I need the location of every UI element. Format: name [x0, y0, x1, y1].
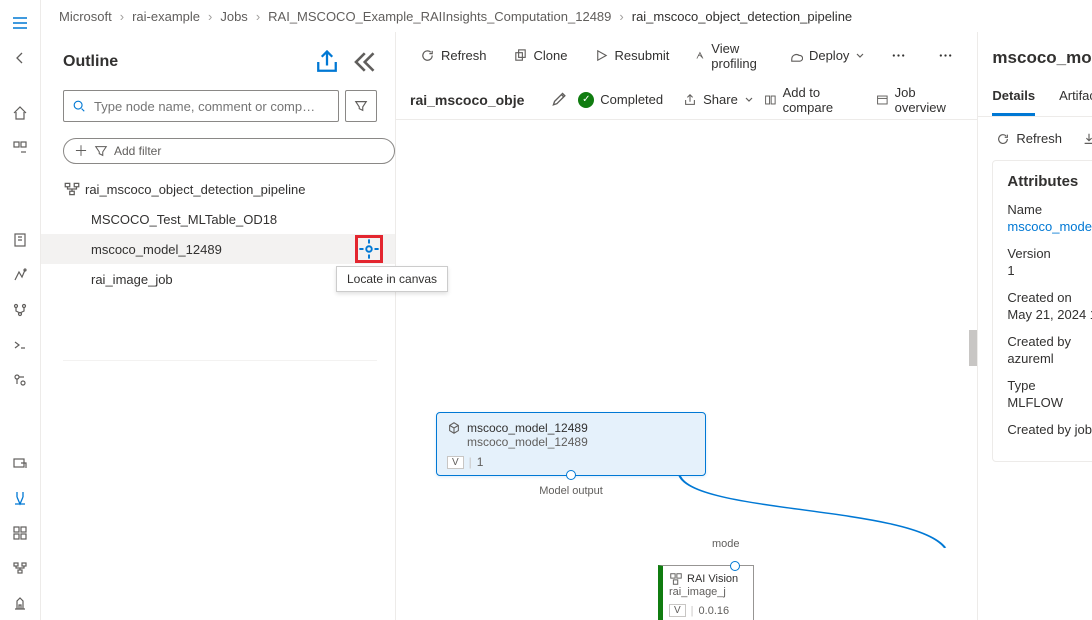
add-filter-label: Add filter	[114, 144, 161, 158]
pipeline-canvas[interactable]: mscoco_model_12489 mscoco_model_12489 V|…	[396, 120, 977, 620]
view-profiling-button[interactable]: View profiling	[685, 40, 772, 72]
tree-item-1[interactable]: mscoco_model_12489	[41, 234, 395, 264]
locate-tooltip: Locate in canvas	[336, 266, 448, 292]
add-to-compare-button[interactable]: Add to compare	[764, 85, 866, 115]
home-icon[interactable]	[0, 96, 40, 129]
crumb-3[interactable]: RAI_MSCOCO_Example_RAIInsights_Computati…	[268, 9, 611, 24]
outline-panel: Outline ＋ Add filter	[41, 32, 396, 620]
job-overview-button[interactable]: Job overview	[876, 85, 964, 115]
filter-button[interactable]	[345, 90, 377, 122]
share-button[interactable]: Share	[683, 92, 754, 107]
job-toolbar: Refresh Clone Resubmit View profiling De…	[396, 32, 977, 80]
outline-title: Outline	[63, 53, 305, 71]
tree-item-0[interactable]: MSCOCO_Test_MLTable_OD18	[41, 204, 395, 234]
jobs-icon[interactable]	[0, 482, 40, 515]
back-button[interactable]	[0, 41, 40, 74]
tree-root-label: rai_mscoco_object_detection_pipeline	[85, 182, 305, 197]
toolbar-overflow[interactable]	[928, 40, 963, 72]
status-pill: ✓Completed	[578, 92, 663, 108]
automl-icon[interactable]	[0, 259, 40, 292]
environments-icon[interactable]	[0, 587, 40, 620]
locate-in-canvas-button[interactable]	[355, 235, 383, 263]
catalog-icon[interactable]	[0, 132, 40, 165]
collapse-outline-icon[interactable]	[349, 48, 377, 76]
components-icon[interactable]	[0, 517, 40, 550]
attributes-card: Attributes Namemscoco_model_12489 Versio…	[992, 160, 1092, 462]
job-name-input[interactable]	[410, 92, 540, 108]
crumb-0[interactable]: Microsoft	[59, 9, 112, 24]
share-outline-icon[interactable]	[313, 48, 341, 76]
details-refresh-button[interactable]: Refresh	[996, 131, 1062, 146]
details-panel: mscoco_model_12489 Details Artifacts End…	[977, 32, 1092, 620]
details-title: mscoco_model_12489	[992, 48, 1092, 68]
crumb-current: rai_mscoco_object_detection_pipeline	[632, 9, 852, 24]
toolbar-more[interactable]	[881, 40, 916, 72]
outline-search-input[interactable]	[94, 99, 330, 114]
crumb-1[interactable]: rai-example	[132, 9, 200, 24]
edge-label: mode	[712, 538, 740, 550]
edit-name-icon[interactable]	[550, 86, 568, 114]
canvas-scrollbar[interactable]	[969, 330, 977, 366]
refresh-button[interactable]: Refresh	[410, 40, 497, 72]
nav-rail	[0, 0, 41, 620]
attributes-heading: Attributes	[1007, 173, 1092, 190]
canvas-node-rai[interactable]: RAI Vision rai_image_j V|0.0.16	[658, 565, 754, 620]
job-subbar: ✓Completed Share Add to compare Job over…	[396, 80, 977, 120]
clone-button[interactable]: Clone	[503, 40, 578, 72]
data-icon[interactable]	[0, 447, 40, 480]
download-all-button[interactable]: Download all	[1082, 131, 1092, 146]
breadcrumb: Microsoft› rai-example› Jobs› RAI_MSCOCO…	[41, 0, 1092, 32]
add-filter-button[interactable]: ＋ Add filter	[63, 138, 395, 164]
pipelines-icon[interactable]	[0, 552, 40, 585]
port-label: Model output	[539, 485, 603, 497]
canvas-node-model[interactable]: mscoco_model_12489 mscoco_model_12489 V|…	[436, 412, 706, 476]
notebooks-icon[interactable]	[0, 224, 40, 257]
deploy-button[interactable]: Deploy	[778, 40, 875, 72]
search-input-wrap[interactable]	[63, 90, 339, 122]
node-output-port[interactable]	[566, 470, 576, 480]
details-tabs: Details Artifacts Endpoints	[978, 78, 1092, 117]
resubmit-button[interactable]: Resubmit	[584, 40, 680, 72]
designer-icon[interactable]	[0, 294, 40, 327]
prompt-icon[interactable]	[0, 329, 40, 362]
tree-root[interactable]: rai_mscoco_object_detection_pipeline	[41, 174, 395, 204]
search-icon	[72, 99, 86, 113]
tab-artifacts[interactable]: Artifacts	[1059, 88, 1092, 116]
crumb-2[interactable]: Jobs	[220, 9, 247, 24]
attr-name-link[interactable]: mscoco_model_12489	[1007, 219, 1092, 234]
tracking-icon[interactable]	[0, 364, 40, 397]
tab-details[interactable]: Details	[992, 88, 1035, 116]
menu-toggle[interactable]	[0, 6, 40, 39]
node-input-port[interactable]	[730, 561, 740, 571]
